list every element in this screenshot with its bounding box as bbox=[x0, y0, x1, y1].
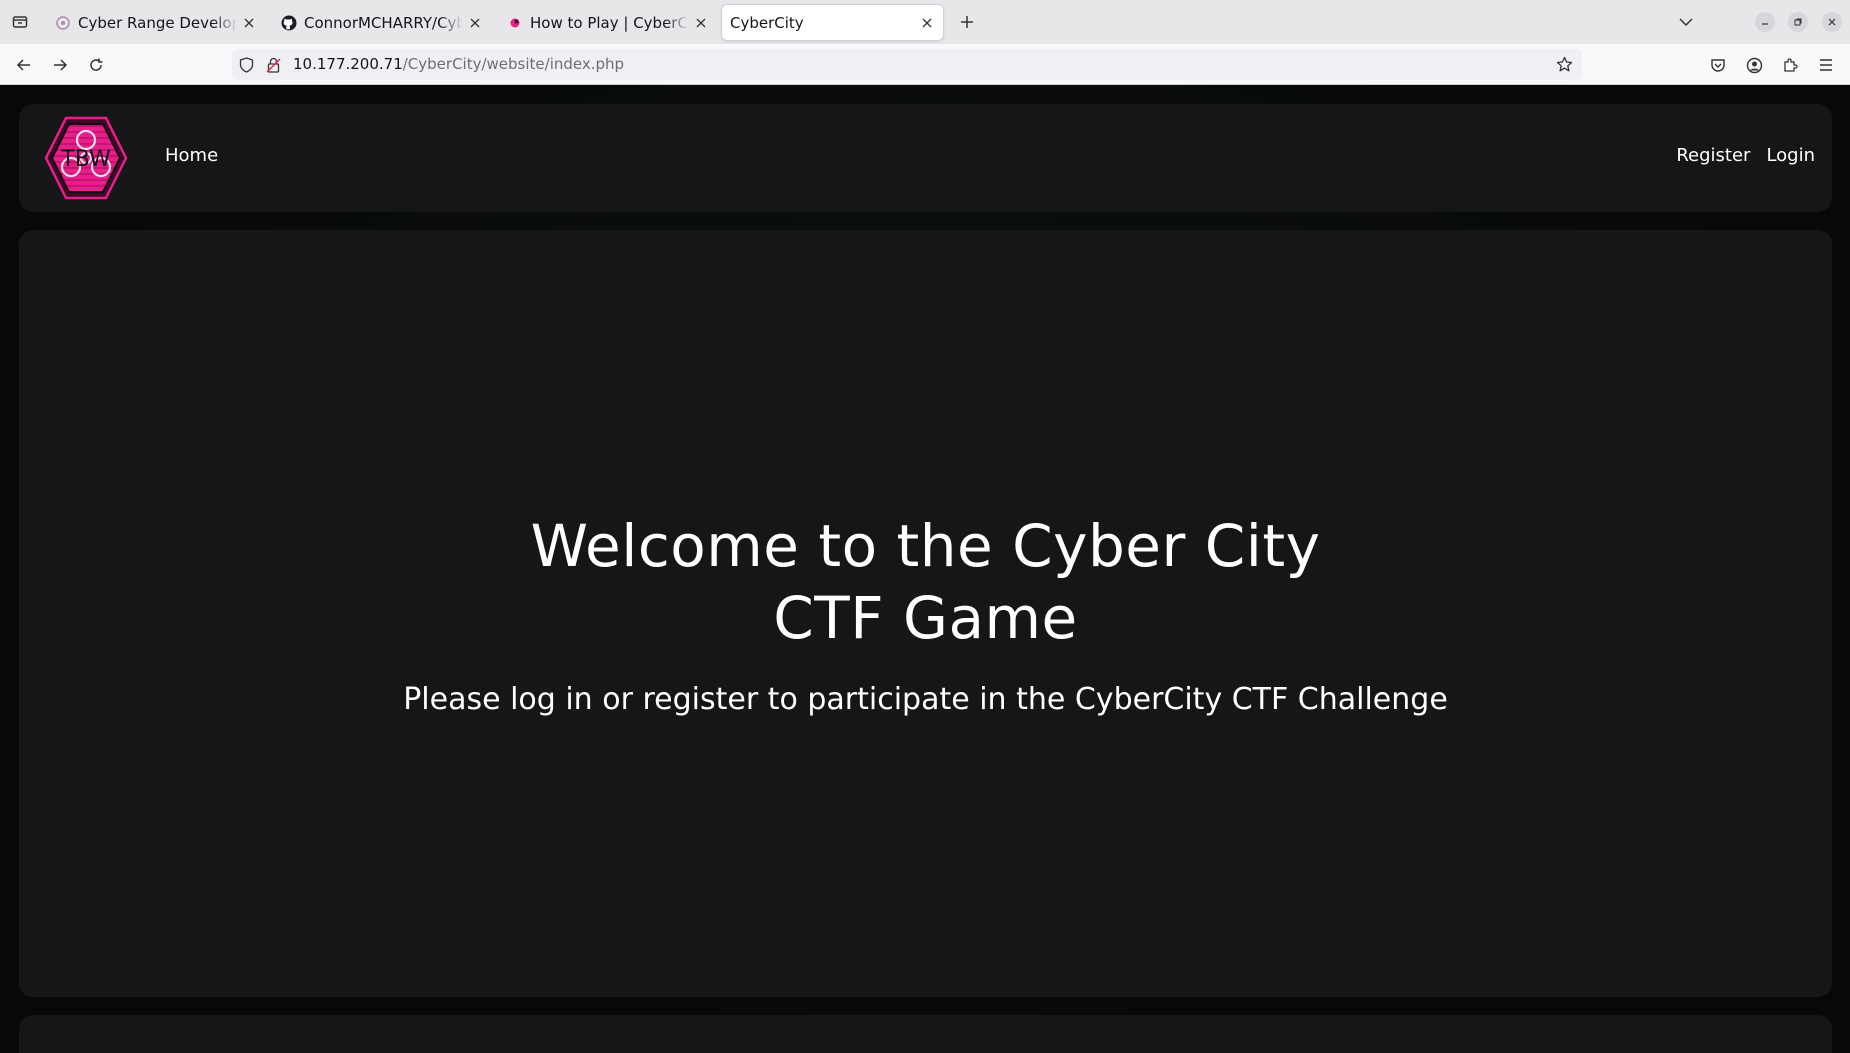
cybercity-favicon-icon bbox=[507, 15, 523, 31]
url-text: 10.177.200.71/CyberCity/website/index.ph… bbox=[293, 55, 624, 73]
back-arrow-icon[interactable] bbox=[11, 52, 37, 78]
nav-register-link[interactable]: Register bbox=[1676, 145, 1750, 166]
tracking-protection-shield-icon[interactable] bbox=[238, 56, 255, 73]
browser-navigation-bar: 10.177.200.71/CyberCity/website/index.ph… bbox=[0, 44, 1850, 85]
tab-title: CyberCity bbox=[730, 13, 804, 32]
tab-title: Cyber Range Development bbox=[78, 13, 237, 32]
url-host: 10.177.200.71 bbox=[293, 55, 403, 73]
tab-how-to-play[interactable]: How to Play | CyberCity M bbox=[497, 5, 717, 40]
close-window-icon[interactable] bbox=[1822, 12, 1842, 32]
hero-panel: Welcome to the Cyber City CTF Game Pleas… bbox=[19, 230, 1832, 997]
tab-github-repo[interactable]: ConnorMCHARRY/CyberCity bbox=[271, 5, 491, 40]
hero-subtitle: Please log in or register to participate… bbox=[403, 682, 1448, 717]
web-page: TBW Home Register Login Welcome to the C… bbox=[0, 85, 1850, 1053]
close-tab-icon[interactable] bbox=[241, 15, 257, 31]
tab-cybercity-active[interactable]: CyberCity bbox=[722, 5, 943, 40]
pocket-icon[interactable] bbox=[1707, 54, 1729, 76]
close-tab-icon[interactable] bbox=[693, 15, 709, 31]
bookmark-star-icon[interactable] bbox=[1555, 55, 1574, 74]
url-path: /CyberCity/website/index.php bbox=[402, 55, 625, 73]
restore-window-icon[interactable] bbox=[1788, 12, 1808, 32]
chevron-down-icon[interactable] bbox=[1674, 12, 1698, 32]
github-icon bbox=[281, 15, 297, 31]
auth-nav: Register Login bbox=[1676, 145, 1815, 166]
reload-icon[interactable] bbox=[83, 52, 109, 78]
hero-title: Welcome to the Cyber City CTF Game bbox=[530, 512, 1321, 652]
forward-arrow-icon[interactable] bbox=[47, 52, 73, 78]
close-tab-icon[interactable] bbox=[919, 15, 935, 31]
next-section-panel bbox=[19, 1015, 1832, 1053]
site-header: TBW Home Register Login bbox=[19, 104, 1832, 212]
nav-login-link[interactable]: Login bbox=[1766, 145, 1815, 166]
close-tab-icon[interactable] bbox=[467, 15, 483, 31]
account-icon[interactable] bbox=[1743, 54, 1765, 76]
menu-hamburger-icon[interactable] bbox=[1815, 54, 1837, 76]
tbw-biohazard-logo[interactable]: TBW bbox=[43, 115, 129, 201]
browser-tab-bar: Cyber Range Development ConnorMCHARRY/Cy… bbox=[0, 0, 1850, 44]
logo-text: TBW bbox=[60, 147, 111, 172]
nav-home-link[interactable]: Home bbox=[165, 145, 218, 166]
tab-cyber-range[interactable]: Cyber Range Development bbox=[45, 5, 265, 40]
tab-title: How to Play | CyberCity M bbox=[530, 13, 689, 32]
new-tab-plus-icon[interactable] bbox=[953, 8, 981, 36]
minimize-window-icon[interactable] bbox=[1755, 12, 1775, 32]
address-bar[interactable]: 10.177.200.71/CyberCity/website/index.ph… bbox=[232, 49, 1582, 80]
insecure-lock-icon[interactable] bbox=[265, 56, 282, 73]
cyber-range-favicon-icon bbox=[55, 15, 71, 31]
tab-title: ConnorMCHARRY/CyberCity bbox=[304, 13, 463, 32]
list-all-tabs-icon[interactable] bbox=[0, 0, 40, 44]
extensions-puzzle-icon[interactable] bbox=[1779, 54, 1801, 76]
